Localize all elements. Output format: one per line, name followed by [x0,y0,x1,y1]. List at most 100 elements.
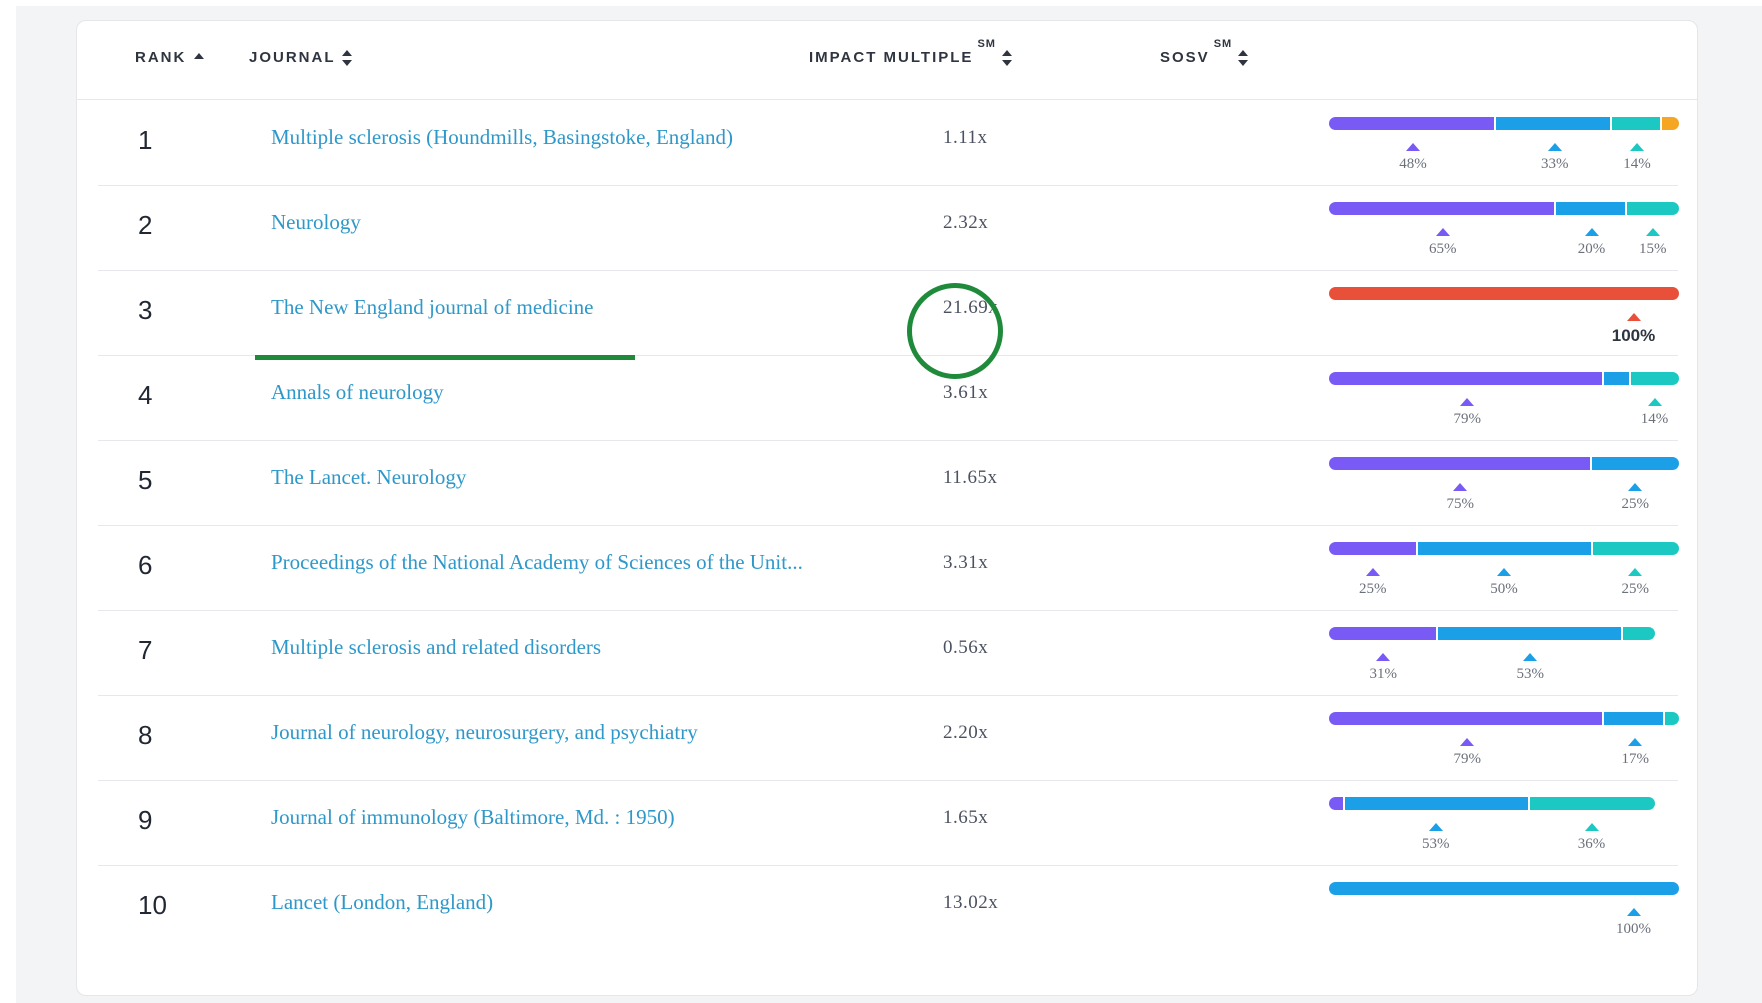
sosv-percentage-label: 15% [1639,241,1667,257]
journal-link[interactable]: Journal of neurology, neurosurgery, and … [271,720,698,745]
pointer-triangle-icon [1523,653,1538,661]
table-row: 1 Multiple sclerosis (Houndmills, Basings… [98,101,1679,186]
sosv-segment-purple [1329,372,1603,385]
sosv-column-header[interactable]: SOSV SM [1160,38,1249,66]
rank-cell: 7 [138,635,153,665]
journal-link[interactable]: Proceedings of the National Academy of S… [271,550,803,575]
sosv-bar [1329,457,1679,470]
impact-multiple-cell: 2.32x [943,212,989,233]
sort-ascending-icon[interactable] [194,52,205,59]
rank-cell: 4 [138,380,153,410]
sort-icon[interactable] [341,49,352,66]
rank-cell: 3 [138,295,153,325]
sosv-segment-blue [1602,372,1629,385]
rank-cell: 10 [138,890,167,920]
sosv-bar [1329,372,1679,385]
rank-cell: 1 [138,125,153,155]
sosv-segment-blue [1415,542,1591,555]
sosv-percentage-label: 79% [1453,411,1482,427]
rank-header-label: RANK [135,49,187,66]
journal-link[interactable]: Journal of immunology (Baltimore, Md. : … [271,805,675,830]
table-row: 10 Lancet (London, England) 13.02x 100% [98,866,1679,951]
journal-link[interactable]: Neurology [271,210,361,235]
sosv-bar [1329,202,1679,215]
pointer-triangle-icon [1460,398,1475,406]
journal-link[interactable]: The Lancet. Neurology [271,465,466,490]
rank-cell: 2 [138,210,153,240]
sosv-segment-purple [1329,117,1495,130]
pointer-triangle-icon [1376,653,1391,661]
sosv-percentage-label: 31% [1369,666,1398,682]
table-row: 3 The New England journal of medicine 21.6… [98,271,1679,356]
table-row: 4 Annals of neurology 3.61x 79% 14% [98,356,1679,441]
pointer-triangle-icon [1628,568,1643,576]
journal-column-header[interactable]: JOURNAL [249,49,352,66]
pointer-triangle-icon [1584,228,1599,236]
sosv-cell: 79% 14% [1309,356,1679,441]
pointer-triangle-icon [1453,483,1468,491]
journal-link[interactable]: The New England journal of medicine [271,295,593,320]
sosv-bar [1329,712,1679,725]
journal-link[interactable]: Multiple sclerosis and related disorders [271,635,601,660]
table-row: 8 Journal of neurology, neurosurgery, and… [98,696,1679,781]
sosv-percentage-label: 75% [1446,496,1475,512]
sosv-percentage-label: 48% [1399,156,1427,172]
sosv-bar [1329,882,1679,895]
pointer-triangle-icon [1647,398,1662,406]
sosv-cell: 48% 33% 14% [1309,101,1679,186]
sosv-bar [1329,797,1655,810]
pointer-triangle-icon [1460,738,1475,746]
sosv-segment-blue [1329,882,1679,895]
table-row: 6 Proceedings of the National Academy of … [98,526,1679,611]
sosv-percentage-label: 100% [1616,921,1651,937]
service-mark: SM [1213,37,1233,50]
table-row: 7 Multiple sclerosis and related disorder… [98,611,1678,696]
table-row: 2 Neurology 2.32x 65% 20% 15% [98,186,1679,271]
impact-column-header[interactable]: IMPACT MULTIPLE SM [809,38,1012,66]
sosv-segment-teal [1609,117,1660,130]
sosv-segment-purple [1329,542,1416,555]
sosv-segment-teal [1628,372,1679,385]
sosv-segment-teal [1621,627,1655,640]
impact-multiple-cell: 13.02x [943,892,999,913]
impact-multiple-cell: 1.11x [943,127,988,148]
rank-cell: 8 [138,720,153,750]
sosv-percentage-label: 17% [1621,751,1650,767]
sosv-bar [1329,287,1679,300]
sort-icon[interactable] [1001,49,1012,66]
sosv-segment-purple [1329,627,1437,640]
sosv-cell: 25% 50% 25% [1309,526,1679,611]
sosv-segment-blue [1494,117,1610,130]
sort-icon[interactable] [1238,49,1249,66]
pointer-triangle-icon [1628,483,1643,491]
sosv-percentage-label: 53% [1422,836,1450,852]
sosv-percentage-label: 100% [1611,326,1656,345]
sosv-cell: 100% [1309,866,1679,951]
sosv-percentage-label: 36% [1577,836,1606,852]
impact-multiple-cell: 3.61x [943,382,989,403]
journal-link[interactable]: Multiple sclerosis (Houndmills, Basingst… [271,125,733,150]
service-mark: SM [977,37,996,50]
sosv-cell: 100% [1309,271,1679,356]
sosv-percentage-label: 25% [1621,496,1650,512]
impact-multiple-cell: 1.65x [943,807,989,828]
sosv-bar [1329,542,1679,555]
sosv-segment-teal [1590,542,1679,555]
impact-multiple-cell: 0.56x [943,637,989,658]
sosv-percentage-label: 65% [1429,241,1457,257]
sosv-segment-teal [1625,202,1679,215]
sosv-segment-blue [1553,202,1626,215]
sosv-header-label: SOSV [1160,49,1210,66]
rank-cell: 6 [138,550,153,580]
sosv-percentage-label: 14% [1640,411,1669,427]
sosv-segment-purple [1329,797,1343,810]
journal-link[interactable]: Annals of neurology [271,380,444,405]
journal-link[interactable]: Lancet (London, England) [271,890,493,915]
sosv-percentage-label: 53% [1516,666,1545,682]
sosv-cell: 65% 20% 15% [1309,186,1679,271]
sosv-segment-purple [1329,202,1554,215]
annotation-underline [255,355,635,360]
table-row: 5 The Lancet. Neurology 11.65x 75% 25% [98,441,1679,526]
rank-column-header[interactable]: RANK [135,49,205,66]
pointer-triangle-icon [1406,143,1420,151]
